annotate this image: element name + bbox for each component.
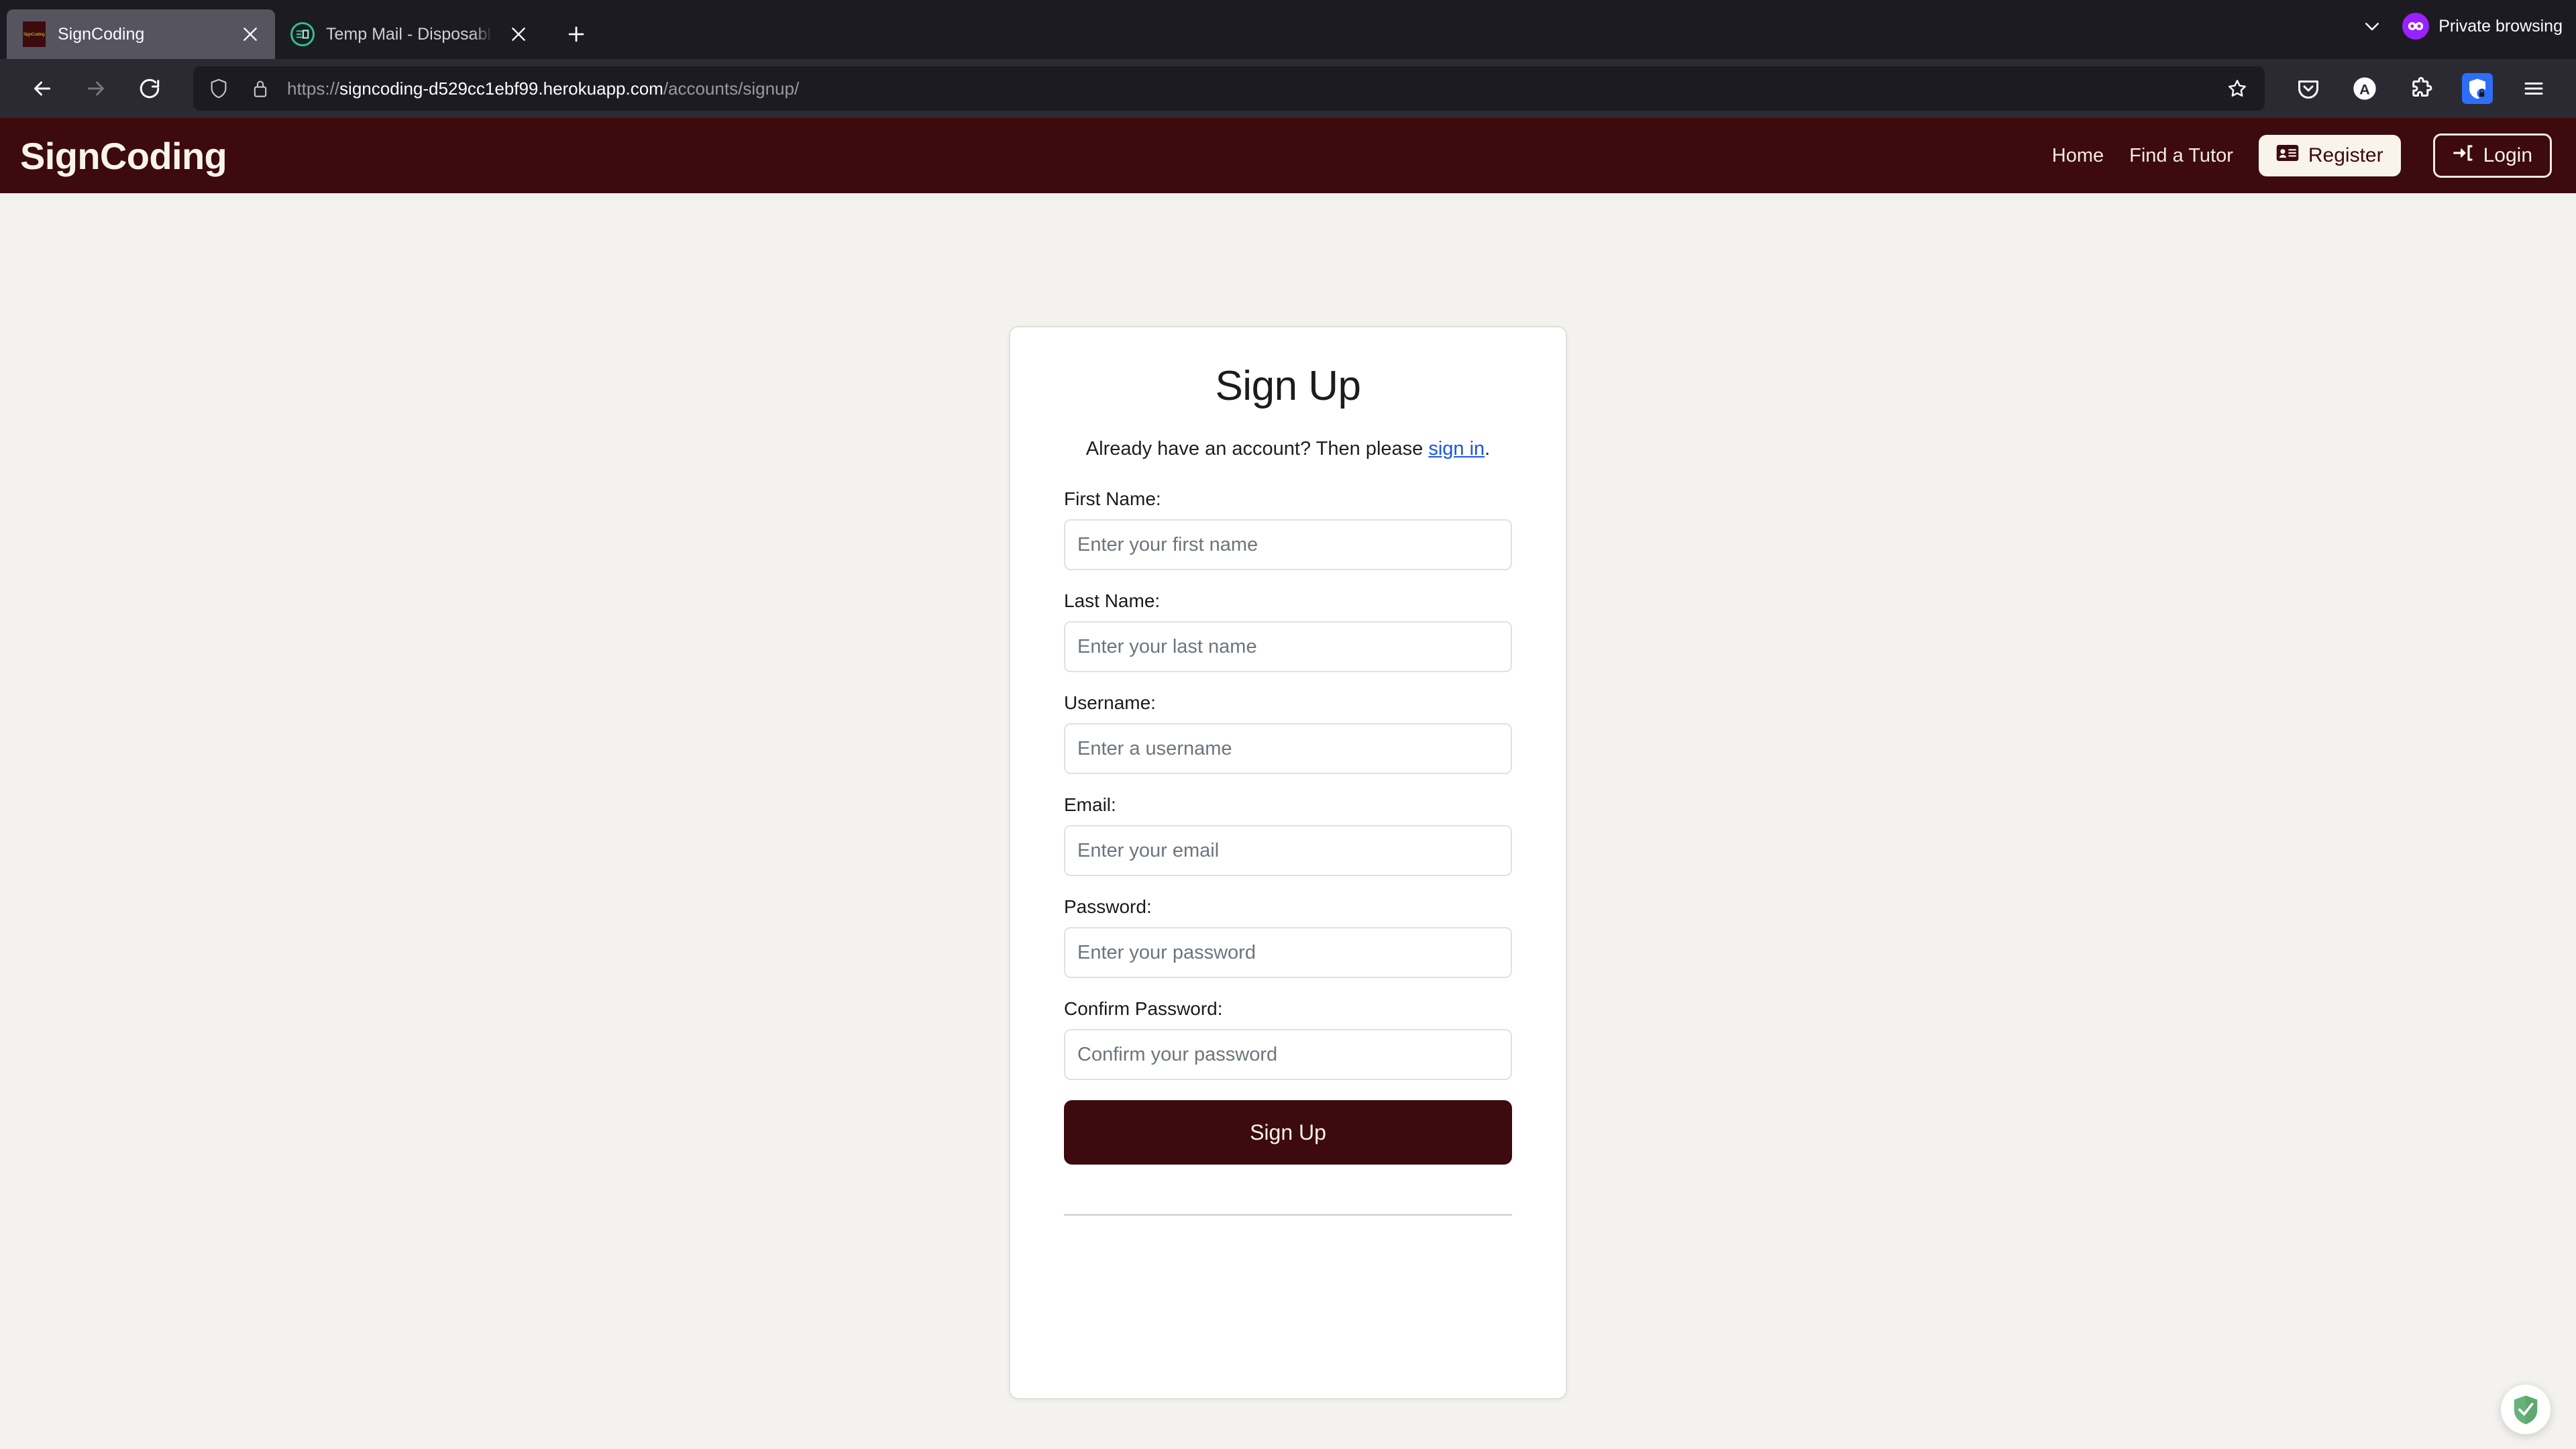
- tab-title: Temp Mail - Disposable Tempora: [326, 24, 492, 44]
- app-menu-icon[interactable]: [2509, 64, 2559, 113]
- back-icon[interactable]: [17, 64, 67, 113]
- private-mask-icon: [2402, 13, 2430, 40]
- last-name-label: Last Name:: [1064, 590, 1161, 611]
- new-tab-button[interactable]: [555, 13, 597, 55]
- browser-tab-tempmail[interactable]: Temp Mail - Disposable Tempora: [275, 9, 543, 59]
- close-icon[interactable]: [503, 19, 534, 50]
- username-input[interactable]: [1064, 723, 1512, 774]
- signin-prompt: Already have an account? Then please sig…: [1064, 438, 1512, 460]
- field-first-name: First Name:: [1064, 488, 1512, 570]
- field-confirm-password: Confirm Password:: [1064, 998, 1512, 1080]
- card-divider: [1064, 1214, 1512, 1216]
- password-input[interactable]: [1064, 927, 1512, 978]
- private-browsing-label: Private browsing: [2438, 16, 2563, 36]
- signin-prompt-period: .: [1485, 438, 1491, 460]
- browser-tab-signcoding[interactable]: SignCoding SignCoding: [7, 9, 275, 59]
- svg-text:A: A: [2359, 80, 2370, 97]
- field-email: Email:: [1064, 794, 1512, 876]
- site-nav: Home Find a Tutor Register Login: [2052, 133, 2552, 178]
- tab-title: SignCoding: [58, 24, 145, 44]
- tempmail-favicon: [290, 21, 315, 47]
- first-name-input[interactable]: [1064, 519, 1512, 570]
- reload-icon[interactable]: [125, 64, 174, 113]
- url-text[interactable]: https://signcoding-d529cc1ebf99.herokuap…: [287, 78, 2254, 99]
- url-host: signcoding-d529cc1ebf99.herokuapp.com: [339, 78, 663, 99]
- register-button[interactable]: Register: [2258, 135, 2401, 176]
- signcoding-favicon: SignCoding: [21, 21, 47, 47]
- forward-icon[interactable]: [71, 64, 121, 113]
- address-bar[interactable]: https://signcoding-d529cc1ebf99.herokuap…: [193, 66, 2265, 111]
- chevron-down-icon[interactable]: [2355, 9, 2389, 43]
- favicon-text: SignCoding: [23, 32, 45, 37]
- pocket-icon[interactable]: [2284, 64, 2333, 113]
- nav-link-home[interactable]: Home: [2052, 145, 2104, 167]
- page-title: Sign Up: [1215, 363, 1361, 409]
- register-label: Register: [2308, 144, 2383, 166]
- id-card-icon: [2276, 144, 2299, 167]
- last-name-input[interactable]: [1064, 621, 1512, 672]
- account-icon[interactable]: A: [2340, 64, 2390, 113]
- browser-window: SignCoding SignCoding Temp Mail - Dispos…: [0, 0, 2576, 1449]
- page-viewport: SignCoding Home Find a Tutor Register Lo…: [0, 118, 2576, 1449]
- adguard-extension-icon[interactable]: [2453, 64, 2502, 113]
- username-label: Username:: [1064, 692, 1156, 713]
- confirm-password-input[interactable]: [1064, 1029, 1512, 1080]
- email-label: Email:: [1064, 794, 1116, 815]
- lock-icon[interactable]: [246, 74, 275, 103]
- login-label: Login: [2483, 144, 2532, 166]
- signup-card-wrapper: Sign Up Already have an account? Then pl…: [0, 193, 2576, 1399]
- field-last-name: Last Name:: [1064, 590, 1512, 672]
- site-logo[interactable]: SignCoding: [20, 134, 227, 178]
- sign-in-link[interactable]: sign in: [1428, 438, 1485, 460]
- signup-card: Sign Up Already have an account? Then pl…: [1009, 326, 1567, 1399]
- nav-link-find-a-tutor[interactable]: Find a Tutor: [2129, 145, 2233, 167]
- first-name-label: First Name:: [1064, 488, 1161, 509]
- toolbar-icon-group: A: [2284, 64, 2559, 113]
- extensions-icon[interactable]: [2396, 64, 2446, 113]
- signup-submit-button[interactable]: Sign Up: [1064, 1100, 1512, 1165]
- tab-strip: SignCoding SignCoding Temp Mail - Dispos…: [0, 0, 2576, 59]
- confirm-password-label: Confirm Password:: [1064, 998, 1223, 1019]
- shield-check-icon: [2514, 1395, 2538, 1425]
- field-username: Username:: [1064, 692, 1512, 774]
- url-scheme: https://: [287, 78, 340, 99]
- signup-form: First Name: Last Name: Username: Email:: [1064, 488, 1512, 1165]
- password-label: Password:: [1064, 896, 1152, 917]
- navigation-toolbar: https://signcoding-d529cc1ebf99.herokuap…: [0, 59, 2576, 118]
- adguard-assistant-button[interactable]: [2501, 1385, 2551, 1434]
- site-header: SignCoding Home Find a Tutor Register Lo…: [0, 118, 2576, 193]
- login-button[interactable]: Login: [2432, 133, 2552, 178]
- private-browsing-indicator: Private browsing: [2402, 13, 2563, 40]
- email-input[interactable]: [1064, 825, 1512, 876]
- bookmark-star-icon[interactable]: [2215, 66, 2259, 111]
- signin-prompt-text: Already have an account? Then please: [1085, 438, 1429, 460]
- sign-in-icon: [2453, 144, 2474, 168]
- tracking-protection-shield-icon[interactable]: [204, 74, 233, 103]
- field-password: Password:: [1064, 896, 1512, 978]
- close-icon[interactable]: [235, 19, 266, 50]
- url-path: /accounts/signup/: [663, 78, 800, 99]
- private-browsing-area: Private browsing: [2355, 9, 2563, 43]
